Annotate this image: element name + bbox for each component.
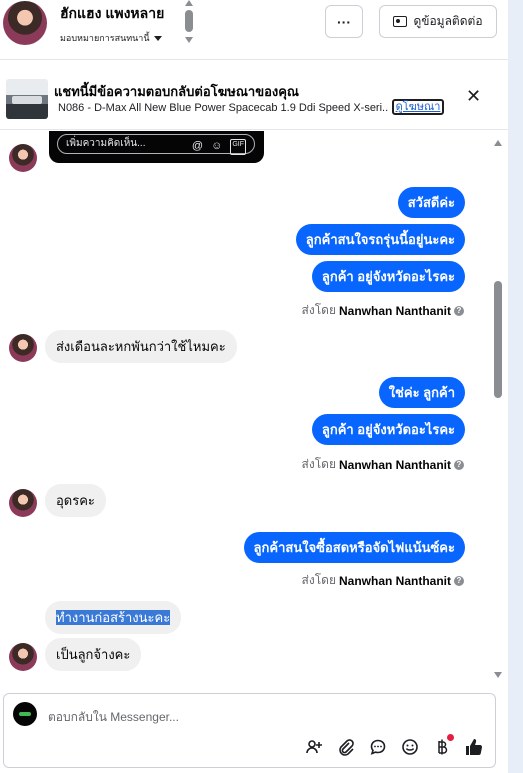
sender-avatar[interactable] — [9, 334, 37, 362]
notification-dot — [447, 734, 454, 741]
contact-name[interactable]: ฮักแฮง แพงหลาย — [60, 3, 164, 25]
sender-avatar[interactable] — [9, 144, 37, 172]
message-bubble-incoming[interactable]: อุดรคะ — [45, 484, 106, 517]
scroll-down-arrow-icon[interactable] — [494, 672, 502, 678]
header-scrollbar[interactable] — [184, 0, 194, 46]
info-icon[interactable]: ? — [454, 305, 464, 316]
sender-name[interactable]: Nanwhan Nanthanit — [339, 458, 451, 472]
gif-icon[interactable]: GIF — [230, 139, 246, 155]
conversation-header: ฮักแฮง แพงหลาย มอบหมายการสนทนานี้ ··· ดู… — [0, 0, 508, 60]
sent-by-prefix: ส่งโดย — [301, 457, 336, 471]
scroll-thumb[interactable] — [185, 10, 193, 32]
message-bubble-outgoing[interactable]: ลูกค้า อยู่จังหวัดอะไรคะ — [311, 261, 465, 292]
add-person-icon[interactable] — [304, 737, 324, 757]
at-icon[interactable]: @ — [192, 137, 203, 155]
sent-by-prefix: ส่งโดย — [301, 573, 336, 587]
message-bubble-incoming[interactable]: เป็นลูกจ้างคะ — [45, 638, 142, 671]
close-banner-icon[interactable]: ✕ — [466, 86, 481, 107]
comment-input[interactable]: เพิ่มความคิดเห็น... @ ☺ GIF — [57, 134, 255, 155]
view-contact-label: ดูข้อมูลติดต่อ — [413, 14, 483, 28]
selected-text[interactable]: ทำงานก่อสร้างนะคะ — [56, 610, 171, 625]
scroll-down-arrow-icon[interactable] — [185, 37, 193, 43]
ad-subtitle-text: N086 - D-Max All New Blue Power Spacecab… — [58, 102, 389, 114]
comment-placeholder: เพิ่มความคิดเห็น... — [66, 138, 146, 149]
message-bubble-incoming[interactable]: ส่งเดือนละหกพันกว่าใช้ไหมคะ — [45, 330, 237, 363]
sent-by-prefix: ส่งโดย — [301, 303, 336, 317]
message-bubble-outgoing[interactable]: ลูกค้าสนใจรถรุ่นนี้อยู่นะคะ — [295, 224, 465, 255]
chevron-down-icon — [153, 35, 162, 41]
sender-avatar[interactable] — [9, 643, 37, 671]
sent-by-label: ส่งโดย Nanwhan Nanthanit ? — [302, 571, 464, 590]
contact-avatar[interactable] — [3, 1, 47, 45]
thread-scrollbar[interactable] — [493, 137, 503, 679]
composer-toolbar — [304, 734, 484, 757]
message-bubble-outgoing[interactable]: ลูกค้า อยู่จังหวัดอะไรคะ — [311, 414, 465, 445]
ad-banner-subtitle: N086 - D-Max All New Blue Power Spacecab… — [54, 102, 389, 114]
chat-window: ฮักแฮง แพงหลาย มอบหมายการสนทนานี้ ··· ดู… — [0, 0, 508, 773]
emoji-icon[interactable]: ☺ — [211, 137, 222, 155]
info-icon[interactable]: ? — [454, 459, 464, 470]
sender-avatar[interactable] — [9, 489, 37, 517]
sender-name[interactable]: Nanwhan Nanthanit — [339, 304, 451, 318]
ad-thumbnail — [6, 79, 48, 119]
message-bubble-outgoing[interactable]: สวัสดีค่ะ — [397, 187, 465, 218]
contact-card-icon — [393, 16, 408, 27]
message-bubble-outgoing[interactable]: ใช่ค่ะ ลูกค้า — [378, 377, 465, 408]
sent-by-label: ส่งโดย Nanwhan Nanthanit ? — [302, 301, 464, 320]
like-icon[interactable] — [464, 737, 484, 757]
assign-conversation-dropdown[interactable]: มอบหมายการสนทนานี้ — [60, 31, 162, 45]
sent-by-label: ส่งโดย Nanwhan Nanthanit ? — [302, 455, 464, 474]
window-edge — [508, 0, 523, 773]
page-avatar — [13, 702, 37, 726]
scroll-up-arrow-icon[interactable] — [185, 0, 193, 6]
message-bubble-incoming[interactable]: ทำงานก่อสร้างนะคะ — [45, 601, 182, 634]
reply-input[interactable]: ตอบกลับใน Messenger... — [48, 708, 179, 727]
view-ad-link[interactable]: ดูโฆษณา — [392, 99, 444, 115]
more-options-button[interactable]: ··· — [325, 5, 363, 38]
message-bubble-outgoing[interactable]: ลูกค้าสนใจซื้อสดหรือจัดไฟแน้นซ์คะ — [243, 532, 465, 563]
ad-banner-title: แชทนี้มีข้อความตอบกลับต่อโฆษณาของคุณ — [54, 84, 299, 99]
scroll-up-arrow-icon[interactable] — [494, 140, 502, 146]
emoji-icon[interactable] — [400, 737, 420, 757]
sender-name[interactable]: Nanwhan Nanthanit — [339, 574, 451, 588]
scroll-thumb[interactable] — [494, 281, 502, 398]
attachment-icon[interactable] — [336, 737, 356, 757]
info-icon[interactable]: ? — [454, 575, 464, 586]
ad-reply-banner: แชทนี้มีข้อความตอบกลับต่อโฆษณาของคุณ N08… — [0, 68, 508, 130]
ad-comment-preview: เพิ่มความคิดเห็น... @ ☺ GIF — [49, 131, 264, 163]
chat-bubble-icon[interactable] — [368, 737, 388, 757]
baht-icon[interactable] — [432, 734, 454, 757]
view-contact-button[interactable]: ดูข้อมูลติดต่อ — [379, 5, 497, 38]
reply-composer[interactable]: ตอบกลับใน Messenger... — [3, 693, 496, 768]
assign-label: มอบหมายการสนทนานี้ — [60, 33, 150, 43]
